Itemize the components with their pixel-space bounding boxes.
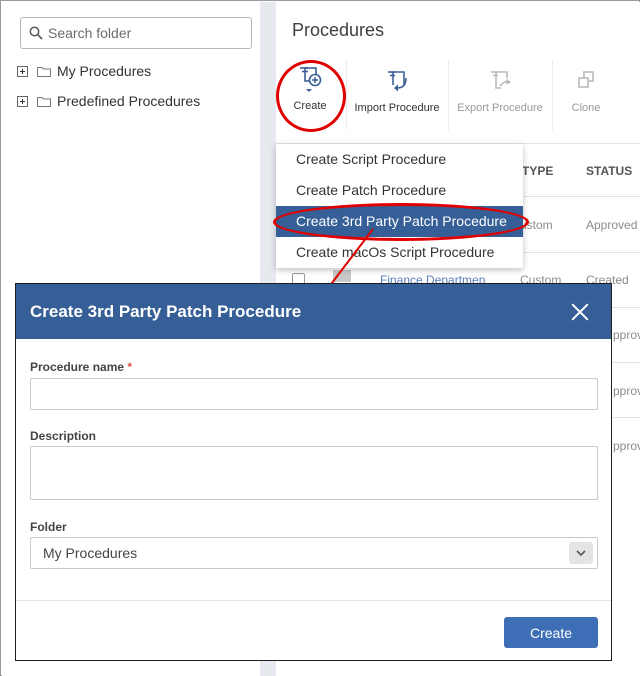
- toolbar-separator: [448, 60, 449, 130]
- clone-label: Clone: [571, 102, 601, 114]
- import-procedure-icon: [388, 71, 407, 92]
- description-label: Description: [30, 429, 97, 443]
- dialog-header: Create 3rd Party Patch Procedure: [16, 284, 611, 339]
- menu-item-create-patch-procedure[interactable]: Create Patch Procedure: [276, 175, 523, 206]
- page-title: Procedures: [292, 20, 385, 40]
- row-3-status: pproved: [613, 328, 640, 342]
- row-1-status: Approved: [586, 218, 638, 232]
- dialog-footer: Create: [16, 600, 611, 660]
- search-icon: [29, 26, 43, 40]
- folder-label: Folder: [30, 520, 67, 534]
- folder-icon: [37, 66, 51, 77]
- row-4-status: pproved: [613, 384, 640, 398]
- folder-icon: [37, 96, 51, 107]
- folder-select[interactable]: My Procedures: [30, 537, 598, 569]
- row-5-status: pproved: [613, 439, 640, 453]
- export-procedure-label: Export Procedure: [457, 102, 543, 114]
- close-icon[interactable]: [569, 301, 591, 323]
- expand-icon[interactable]: [17, 95, 28, 107]
- import-procedure-button[interactable]: Import Procedure: [350, 64, 444, 114]
- clone-icon: [578, 71, 594, 88]
- create-submit-button[interactable]: Create: [504, 617, 598, 648]
- chevron-down-icon[interactable]: [569, 542, 593, 564]
- annotation-circle: [276, 60, 346, 132]
- tree-item-my-procedures[interactable]: My Procedures: [17, 63, 151, 79]
- export-procedure-icon: [491, 71, 511, 89]
- description-textarea[interactable]: [30, 446, 598, 500]
- toolbar-separator: [346, 60, 347, 130]
- column-header-type[interactable]: TYPE: [522, 164, 553, 178]
- expand-icon[interactable]: [17, 65, 28, 77]
- column-header-status[interactable]: STATUS: [586, 164, 632, 178]
- export-procedure-button[interactable]: Export Procedure: [452, 64, 548, 114]
- search-folder-input[interactable]: [48, 25, 248, 41]
- create-3rd-party-patch-procedure-dialog: Create 3rd Party Patch Procedure Procedu…: [15, 283, 612, 661]
- toolbar-separator: [552, 60, 553, 130]
- tree-item-label: Predefined Procedures: [57, 93, 201, 109]
- required-marker: *: [127, 360, 133, 374]
- tree-item-predefined-procedures[interactable]: Predefined Procedures: [17, 93, 200, 109]
- folder-select-value: My Procedures: [43, 545, 138, 561]
- search-folder-box[interactable]: [20, 17, 252, 49]
- import-procedure-label: Import Procedure: [354, 102, 440, 114]
- dialog-title: Create 3rd Party Patch Procedure: [30, 301, 302, 321]
- procedure-name-label: Procedure name *: [30, 360, 132, 374]
- tree-item-label: My Procedures: [57, 63, 152, 79]
- clone-button[interactable]: Clone: [560, 64, 612, 114]
- procedure-name-label-text: Procedure name: [30, 360, 125, 374]
- menu-item-create-script-procedure[interactable]: Create Script Procedure: [276, 144, 523, 175]
- procedure-name-input[interactable]: [30, 378, 598, 410]
- screenshot-frame: My Procedures Predefined Procedures Proc…: [0, 0, 640, 676]
